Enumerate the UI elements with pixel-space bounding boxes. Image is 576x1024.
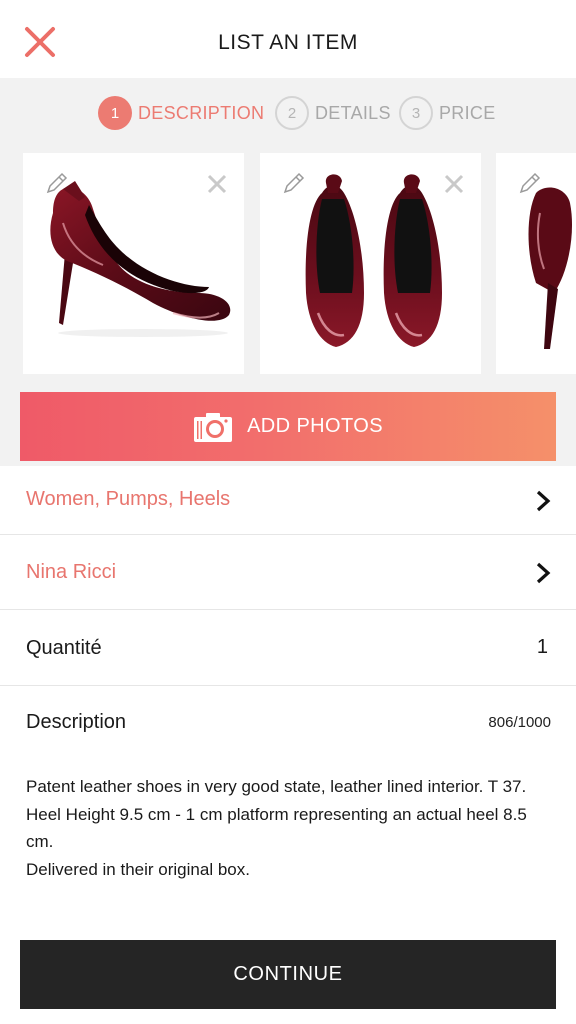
remove-photo-icon[interactable] (443, 173, 465, 195)
list-item-screen: LIST AN ITEM 1 DESCRIPTION 2 DETAILS 3 P… (0, 0, 576, 1024)
brand-value: Nina Ricci (26, 561, 117, 583)
category-value: Women, Pumps, Heels (26, 488, 231, 510)
step-label: DESCRIPTION (138, 102, 265, 123)
step-number: 1 (98, 96, 132, 130)
brand-row[interactable]: Nina Ricci (0, 535, 576, 610)
description-label: Description (26, 711, 127, 733)
step-details[interactable]: 2 DETAILS (275, 95, 391, 131)
pencil-icon[interactable] (282, 171, 306, 195)
page-title: LIST AN ITEM (218, 31, 358, 54)
character-counter: 806/1000 (488, 714, 551, 731)
pencil-icon[interactable] (45, 171, 69, 195)
photo-thumbnail[interactable] (496, 153, 576, 374)
photo-thumbnail[interactable] (23, 153, 244, 374)
add-photos-button[interactable]: ADD PHOTOS (20, 392, 556, 461)
pencil-icon[interactable] (518, 171, 542, 195)
camera-icon (194, 412, 233, 442)
chevron-right-icon (536, 490, 551, 512)
step-price[interactable]: 3 PRICE (399, 95, 496, 131)
description-textarea[interactable]: Patent leather shoes in very good state,… (26, 773, 554, 883)
chevron-right-icon (536, 562, 551, 584)
step-label: DETAILS (315, 102, 391, 123)
step-number: 2 (275, 96, 309, 130)
photo-gallery[interactable] (0, 153, 576, 374)
quantity-row[interactable]: Quantité 1 (0, 610, 576, 686)
continue-button[interactable]: CONTINUE (20, 940, 556, 1009)
step-indicator: 1 DESCRIPTION 2 DETAILS 3 PRICE (0, 95, 576, 131)
step-label: PRICE (439, 102, 496, 123)
add-photos-label: ADD PHOTOS (247, 415, 383, 437)
photo-thumbnail[interactable] (260, 153, 481, 374)
quantity-value[interactable]: 1 (537, 636, 548, 659)
remove-photo-icon[interactable] (206, 173, 228, 195)
step-description[interactable]: 1 DESCRIPTION (98, 95, 264, 131)
step-number: 3 (399, 96, 433, 130)
header: LIST AN ITEM (0, 0, 576, 78)
category-row[interactable]: Women, Pumps, Heels (0, 466, 576, 535)
quantity-label: Quantité (26, 637, 102, 659)
